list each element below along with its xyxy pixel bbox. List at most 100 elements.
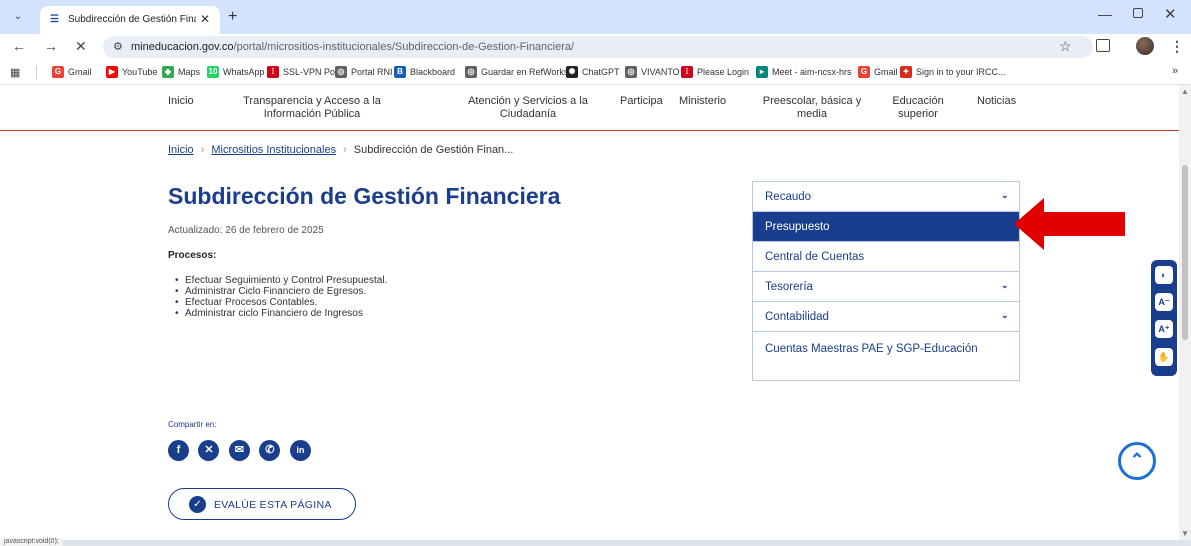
youtube-icon: ▶ [106, 66, 118, 78]
scroll-down-icon[interactable]: ▼ [1181, 529, 1189, 538]
bookmark-label: YouTube [122, 67, 158, 77]
rate-page-button[interactable]: ✓ EVALÚE ESTA PÁGINA [168, 488, 356, 520]
bookmark-label: Sign in to your IRCC... [916, 67, 1006, 77]
bookmark-label: Blackboard [410, 67, 456, 77]
side-menu-item[interactable]: Recaudo ⌄ [753, 182, 1019, 212]
window-restore-icon[interactable] [1133, 8, 1143, 18]
more-bookmarks-icon[interactable]: » [1172, 65, 1178, 77]
side-menu-item[interactable]: Central de Cuentas [753, 242, 1019, 272]
site-info-icon[interactable]: ⚙ [113, 40, 123, 53]
meet-icon: ▸ [756, 66, 768, 78]
chevron-down-icon[interactable]: ⌄ [1001, 280, 1009, 291]
bookmark-item[interactable]: ▶ YouTube [106, 66, 157, 78]
stop-loading-icon[interactable]: ✕ [75, 38, 87, 55]
nav-item[interactable]: Atención y Servicios a la Ciudadanía [458, 95, 598, 121]
nav-item[interactable]: Ministerio [679, 95, 726, 108]
scroll-thumb[interactable] [1182, 165, 1188, 340]
nav-item[interactable]: Noticias [977, 95, 1016, 108]
extensions-icon[interactable] [1096, 39, 1110, 52]
nav-item[interactable]: Transparencia y Acceso a la Información … [232, 95, 392, 121]
url-path: /portal/micrositios-institucionales/Subd… [233, 41, 575, 53]
bookmarks-bar: ▦ » G Gmail ▶ YouTube ◆ Maps 10 WhatsApp ⁞ SSL-VP… [0, 61, 1191, 85]
linkedin-icon[interactable]: in [289, 440, 311, 461]
browser-tab[interactable]: ☰ Subdirección de Gestión Financ ✕ [40, 6, 220, 34]
nav-item[interactable]: Educación superior [882, 95, 954, 121]
bookmark-item[interactable]: ◎ Guardar en RefWorks [465, 66, 568, 78]
maple-leaf-icon: ✦ [900, 66, 912, 78]
profile-avatar[interactable] [1136, 37, 1154, 55]
decrease-text-icon[interactable]: A⁻ [1155, 293, 1173, 311]
side-menu-item[interactable]: Contabilidad ⌄ [753, 302, 1019, 332]
bookmark-item[interactable]: ◆ Maps [162, 66, 200, 78]
bookmark-item[interactable]: ◎ Portal RNI [335, 66, 393, 78]
bookmark-label: Meet - aim-ncsx-hrs [772, 67, 852, 77]
url-host: mineducacion.gov.co [131, 41, 234, 53]
side-menu-item[interactable]: Tesorería ⌄ [753, 272, 1019, 302]
increase-text-icon[interactable]: A⁺ [1155, 320, 1173, 338]
side-menu-item[interactable]: Cuentas Maestras PAE y SGP-Educación [753, 332, 1019, 380]
rate-page-label: EVALÚE ESTA PÁGINA [214, 499, 332, 511]
bookmark-label: Guardar en RefWorks [481, 67, 569, 77]
sign-language-icon[interactable]: ✋ [1155, 348, 1173, 366]
bookmark-label: Please Login [697, 67, 750, 77]
bookmark-item[interactable]: G Gmail [858, 66, 898, 78]
whatsapp-icon[interactable]: ✆ [259, 440, 281, 461]
window-minimize-icon[interactable]: — [1098, 6, 1112, 22]
red-arrow-annotation [1014, 198, 1125, 250]
bookmark-item[interactable]: ⁞ Please Login [681, 66, 749, 78]
breadcrumb-section[interactable]: Micrositios Institucionales [211, 144, 336, 156]
breadcrumb: Inicio › Micrositios Institucionales › Subdi… [168, 144, 513, 156]
x-icon[interactable]: ✕ [198, 440, 220, 461]
nav-item[interactable]: Preescolar, básica y media [752, 95, 872, 121]
blackboard-icon: B [394, 66, 406, 78]
process-item: Administrar Ciclo Financiero de Egresos. [175, 286, 387, 297]
nav-item[interactable]: Participa [620, 95, 663, 108]
bookmark-item[interactable]: ✦ Sign in to your IRCC... [900, 66, 1006, 78]
new-tab-icon[interactable]: + [228, 8, 237, 26]
tab-search-icon[interactable]: ⌄ [8, 8, 28, 26]
chevron-down-icon[interactable]: ⌄ [1001, 310, 1009, 321]
apps-grid-icon[interactable]: ▦ [10, 66, 20, 79]
scroll-to-top-button[interactable]: ⌃ [1118, 442, 1156, 480]
tab-close-icon[interactable]: ✕ [200, 12, 210, 26]
scroll-up-icon[interactable]: ▲ [1181, 87, 1189, 96]
breadcrumb-current: Subdirección de Gestión Finan... [353, 144, 514, 156]
whatsapp-icon: 10 [207, 66, 219, 78]
forward-icon[interactable]: → [44, 38, 58, 54]
updated-date: Actualizado: 26 de febrero de 2025 [168, 225, 324, 236]
globe-icon: ◎ [465, 66, 477, 78]
bookmark-item[interactable]: B Blackboard [394, 66, 455, 78]
tab-strip: ⌄ ☰ Subdirección de Gestión Financ ✕ + —… [0, 0, 1191, 34]
breadcrumb-home[interactable]: Inicio [168, 144, 194, 156]
email-icon[interactable]: ✉ [228, 440, 250, 461]
facebook-icon[interactable]: f [168, 440, 189, 461]
nav-item[interactable]: Inicio [168, 95, 194, 108]
back-icon[interactable]: ← [12, 38, 26, 54]
gmail-icon: G [52, 66, 64, 78]
share-icons: f ✕ ✉ ✆ in [168, 440, 316, 461]
breadcrumb-separator-icon: › [200, 144, 205, 156]
bookmark-item[interactable]: ▸ Meet - aim-ncsx-hrs [756, 66, 852, 78]
side-menu-label: Presupuesto [765, 221, 830, 233]
bookmark-label: Gmail [68, 67, 92, 77]
page-scrollbar[interactable]: ▲ ▼ [1179, 85, 1191, 540]
tab-title: Subdirección de Gestión Financ [68, 14, 196, 25]
browser-menu-icon[interactable]: ⋮ [1170, 38, 1184, 55]
chatgpt-icon: ✺ [566, 66, 578, 78]
bookmark-item[interactable]: 10 WhatsApp [207, 66, 265, 78]
bookmarks-divider [36, 66, 37, 80]
web-page: Inicio Transparencia y Acceso a la Inform… [0, 85, 1179, 540]
bookmark-item[interactable]: ✺ ChatGPT [566, 66, 620, 78]
window-close-icon[interactable]: ✕ [1164, 5, 1177, 23]
url-text: mineducacion.gov.co/portal/micrositios-i… [131, 41, 574, 53]
address-bar[interactable]: ⚙ mineducacion.gov.co/portal/micrositios… [103, 36, 1093, 58]
bookmark-star-icon[interactable]: ☆ [1059, 38, 1072, 55]
checkmark-icon: ✓ [189, 496, 206, 513]
side-menu-item[interactable]: Presupuesto [753, 212, 1019, 242]
bookmark-item[interactable]: G Gmail [52, 66, 92, 78]
contrast-icon[interactable]: ◐ [1155, 266, 1173, 284]
chevron-down-icon[interactable]: ⌄ [1001, 190, 1009, 201]
bookmark-item[interactable]: ◎ VIVANTO [625, 66, 680, 78]
process-item: Efectuar Seguimiento y Control Presupues… [175, 275, 387, 286]
bookmark-label: WhatsApp [223, 67, 265, 77]
